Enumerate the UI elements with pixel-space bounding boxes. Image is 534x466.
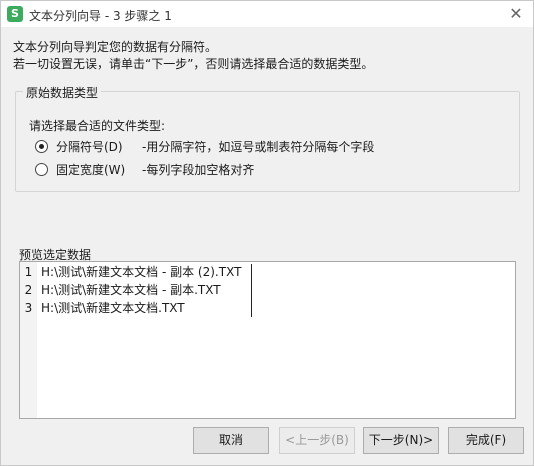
radio-fixed-width-label[interactable]: 固定宽度(W): [56, 161, 136, 178]
next-button[interactable]: 下一步(N)>: [363, 427, 439, 454]
radio-button-fixed-width[interactable]: [35, 162, 48, 176]
radio-delimited-description: -用分隔字符，如逗号或制表符分隔每个字段: [142, 139, 375, 154]
description-line-2: 若一切设置无误，请单击“下一步”，否则请选择最合适的数据类型。: [13, 57, 374, 71]
back-button[interactable]: <上一步(B): [279, 427, 355, 454]
preview-pane[interactable]: 1 H:\测试\新建文本文档 - 副本 (2).TXT 2 H:\测试\新建文本…: [19, 261, 516, 419]
row-number: 3: [24, 301, 33, 315]
row-text: H:\测试\新建文本文档 - 副本 (2).TXT: [41, 265, 242, 279]
file-type-prompt: 请选择最合适的文件类型:: [29, 119, 166, 133]
row-text: H:\测试\新建文本文档.TXT: [41, 301, 185, 315]
radio-delimited[interactable]: 分隔符号(D) -用分隔字符，如逗号或制表符分隔每个字段: [35, 138, 374, 154]
description-line-1: 文本分列向导判定您的数据有分隔符。: [13, 40, 218, 54]
title-bar: S 文本分列向导 - 3 步骤之 1 ✕: [1, 1, 533, 27]
preview-row: 2 H:\测试\新建文本文档 - 副本.TXT: [20, 281, 221, 299]
row-number: 1: [24, 265, 33, 279]
preview-row: 3 H:\测试\新建文本文档.TXT: [20, 299, 185, 317]
radio-fixed-width-description: -每列字段加空格对齐: [142, 162, 255, 177]
close-icon[interactable]: ✕: [505, 4, 527, 24]
finish-button[interactable]: 完成(F): [448, 427, 524, 454]
row-text: H:\测试\新建文本文档 - 副本.TXT: [41, 283, 221, 297]
radio-fixed-width[interactable]: 固定宽度(W) -每列字段加空格对齐: [35, 161, 254, 177]
groupbox-legend: 原始数据类型: [23, 84, 102, 101]
row-number: 2: [24, 283, 33, 297]
preview-row: 1 H:\测试\新建文本文档 - 副本 (2).TXT: [20, 263, 242, 281]
app-icon: S: [7, 6, 23, 22]
radio-delimited-label[interactable]: 分隔符号(D): [56, 138, 136, 155]
column-divider[interactable]: [251, 264, 252, 317]
window-title: 文本分列向导 - 3 步骤之 1: [29, 9, 172, 23]
radio-button-delimited[interactable]: [35, 139, 48, 153]
cancel-button[interactable]: 取消: [193, 427, 269, 454]
text-to-columns-dialog: S 文本分列向导 - 3 步骤之 1 ✕ 文本分列向导判定您的数据有分隔符。 若…: [0, 0, 534, 466]
